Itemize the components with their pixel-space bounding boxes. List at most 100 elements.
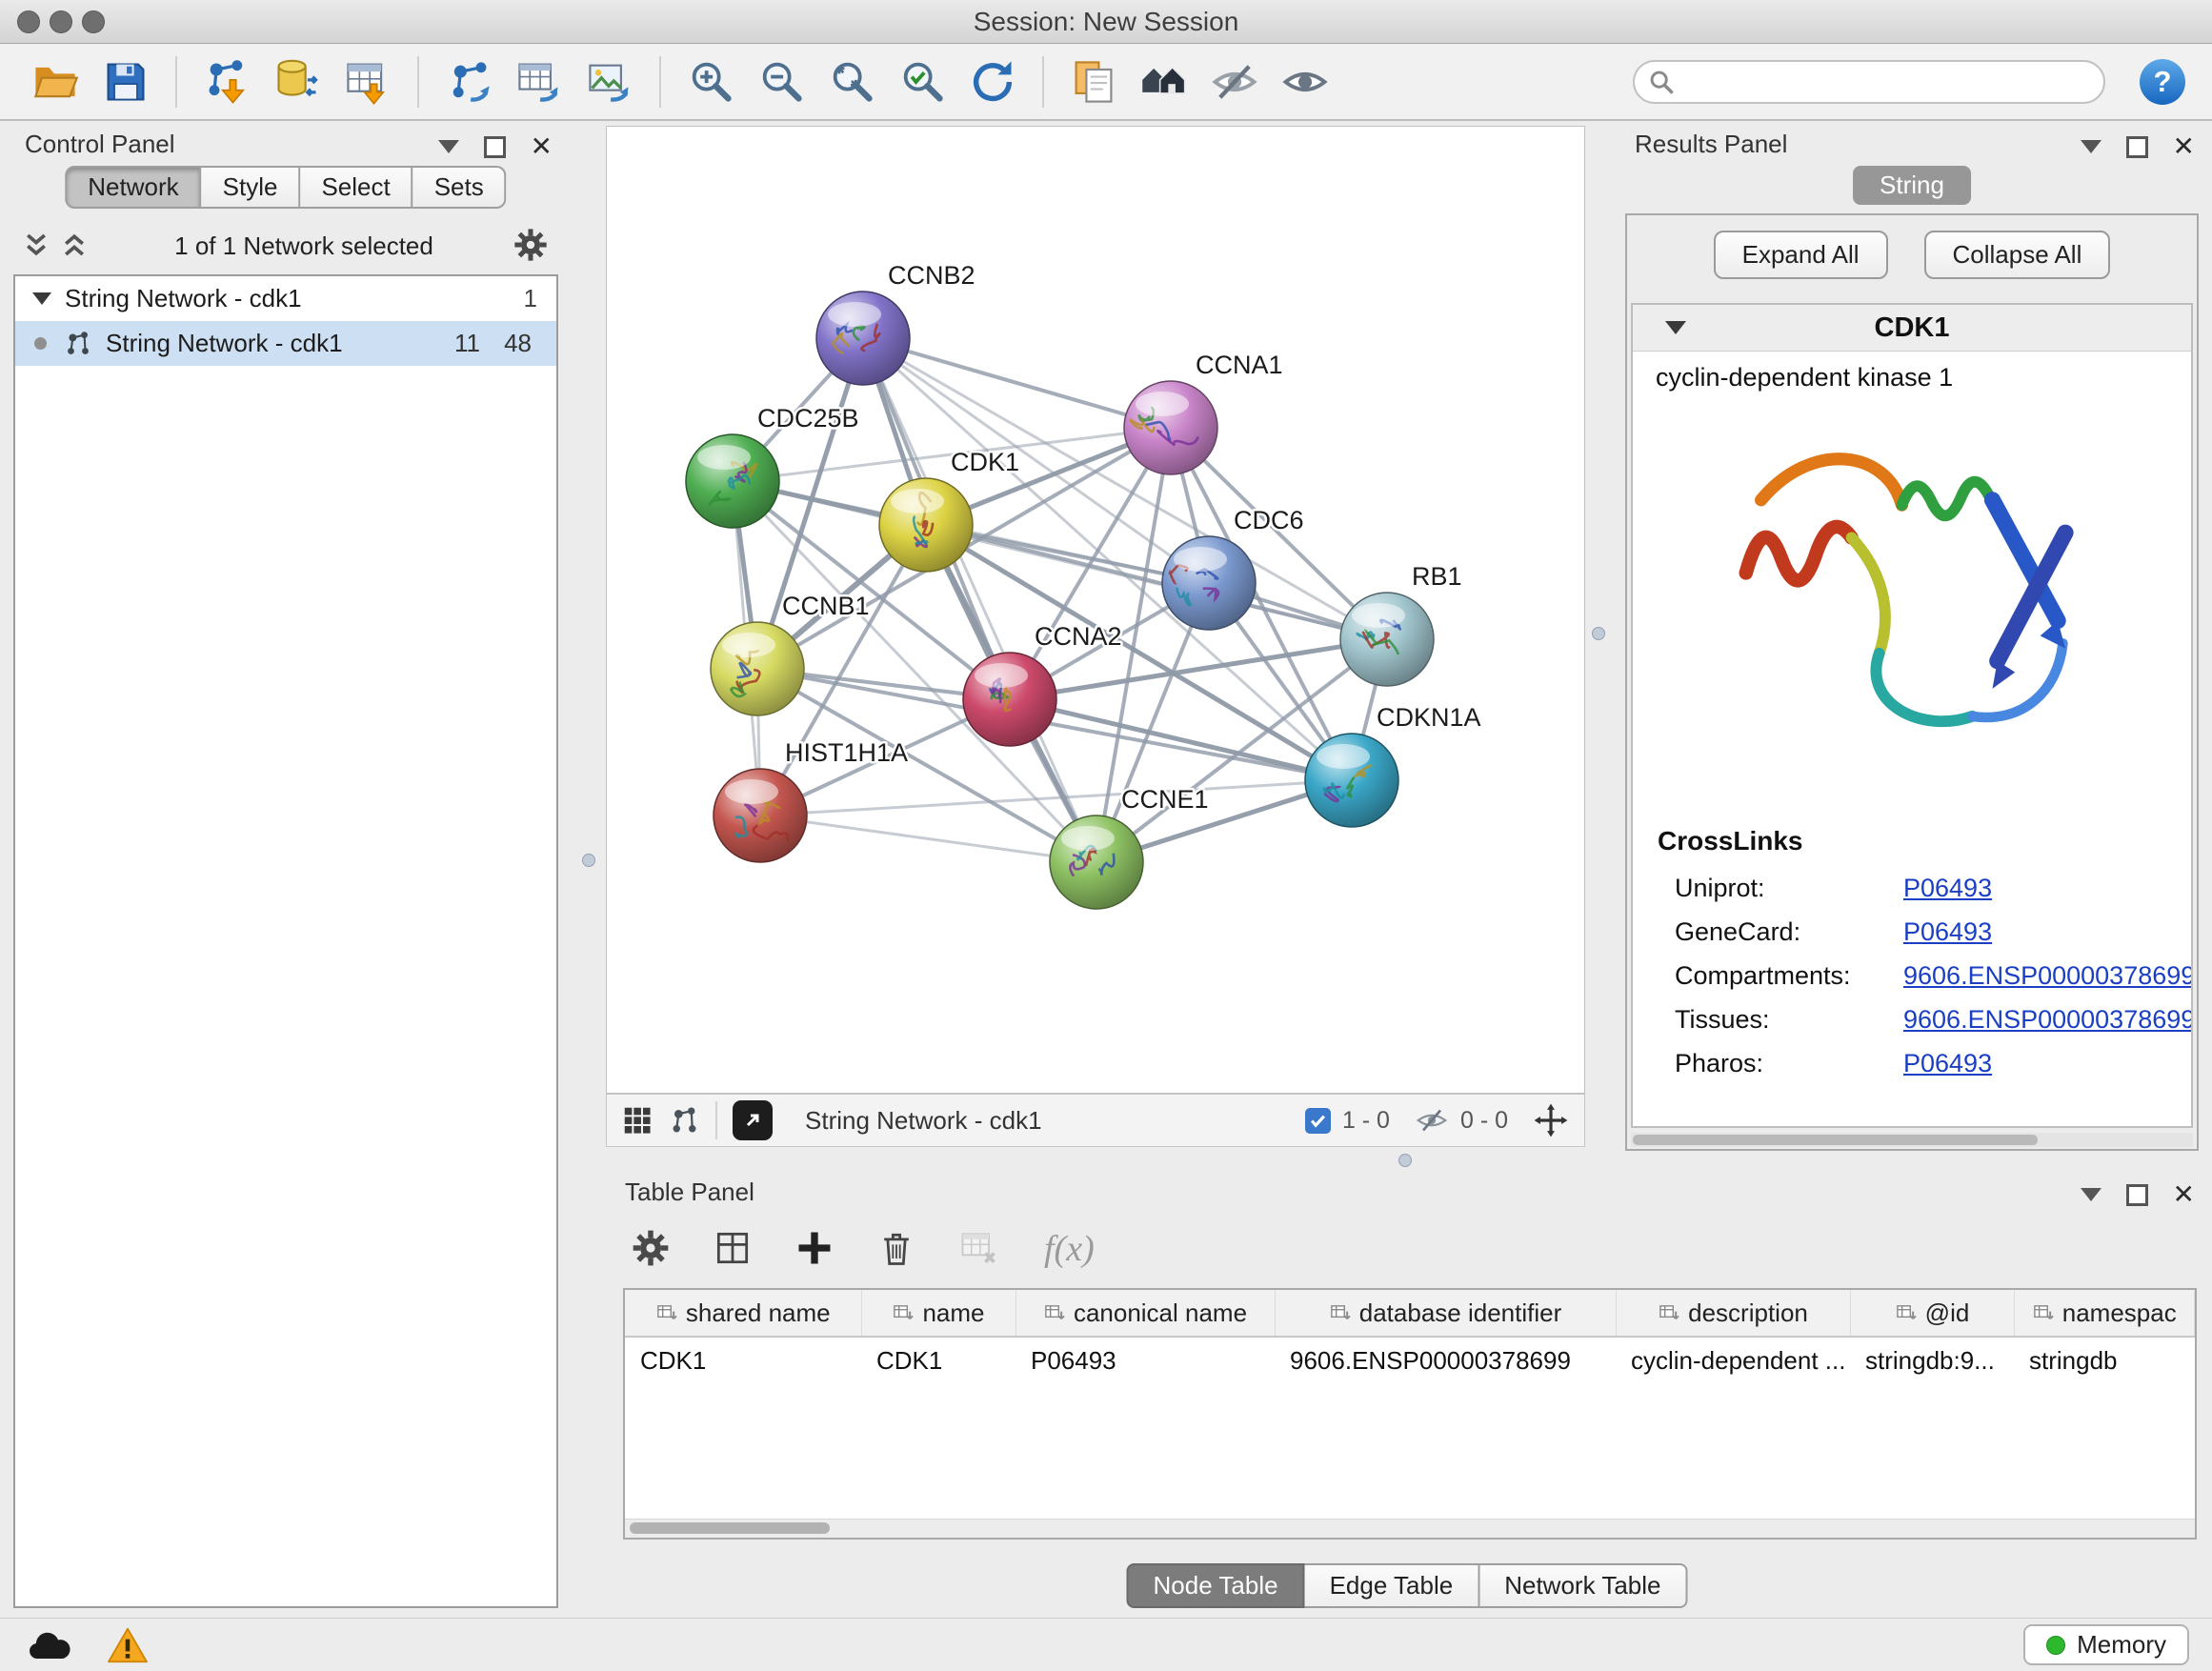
refresh-button[interactable] [964,52,1021,111]
float-panel-icon[interactable] [2126,136,2148,158]
cell-name[interactable]: CDK1 [861,1337,1016,1383]
expand-all-button[interactable]: Expand All [1714,231,1888,279]
crosslink-link[interactable]: P06493 [1903,1049,1992,1078]
network-edge-CCNB2-CCNA1[interactable] [863,338,1171,428]
vertical-splitter-handle[interactable] [582,854,595,867]
warnings-button[interactable] [107,1626,149,1664]
refresh-icon [968,57,1017,107]
cell-canonical-name[interactable]: P06493 [1016,1337,1275,1383]
float-panel-icon[interactable] [2126,1184,2148,1206]
network-graph[interactable]: CCNB2CCNA1CDC25BCDK1CDC6RB1CCNB1CCNA2CDK… [607,127,1584,1093]
crosslink-link[interactable]: 9606.ENSP00000378699 [1903,961,2193,991]
close-panel-icon[interactable]: ✕ [2173,1181,2195,1208]
cell-namespace[interactable]: stringdb [2014,1337,2195,1383]
results-tab-string[interactable]: String [1853,166,1971,205]
open-in-new-window-button[interactable] [733,1100,773,1140]
network-canvas[interactable]: CCNB2CCNA1CDC25BCDK1CDC6RB1CCNB1CCNA2CDK… [606,126,1585,1094]
close-panel-icon[interactable]: ✕ [2173,133,2195,160]
crosslink-link[interactable]: P06493 [1903,874,1992,903]
network-row[interactable]: String Network - cdk1 11 48 [15,321,556,366]
export-network-button[interactable] [440,52,497,111]
cell-database-identifier[interactable]: 9606.ENSP00000378699 [1275,1337,1616,1383]
column-sort-icon [1658,1302,1679,1324]
network-overview-button[interactable] [669,1105,700,1137]
hide-selected-button[interactable] [1206,52,1263,111]
crosslinks-heading: CrossLinks [1633,799,2191,866]
create-column-button[interactable] [793,1227,836,1271]
network-options-button[interactable] [511,226,551,266]
tab-select[interactable]: Select [300,166,412,209]
network-selection-status: 1 of 1 Network selected [97,232,511,261]
crosslink-link[interactable]: P06493 [1903,917,1992,947]
expand-all-networks-button[interactable] [21,231,51,261]
selected-checkbox[interactable] [1305,1108,1331,1134]
collapse-all-networks-button[interactable] [59,231,90,261]
gear-icon [630,1227,672,1269]
column-header-namespace[interactable]: namespac [2014,1290,2195,1337]
float-panel-icon[interactable] [484,136,506,158]
show-all-button[interactable] [1277,52,1334,111]
network-edge-CCNE1-HIST1H1A[interactable] [760,815,1096,862]
network-edge-CCNB2-CCNE1[interactable] [863,338,1096,862]
column-header-id[interactable]: @id [1850,1290,2014,1337]
crosslink-row: Pharos: P06493 [1633,1041,2191,1085]
tab-edge-table[interactable]: Edge Table [1305,1563,1480,1608]
export-table-button[interactable] [511,52,568,111]
show-columns-button[interactable] [711,1227,754,1271]
table-settings-button[interactable] [629,1227,673,1271]
minimize-panel-icon[interactable] [2081,140,2101,153]
column-header-canonical-name[interactable]: canonical name [1016,1290,1275,1337]
fit-content-button[interactable] [1533,1102,1569,1138]
save-session-button[interactable] [97,52,154,111]
search-icon [1648,69,1675,95]
delete-column-button[interactable] [875,1227,918,1271]
horizontal-splitter-handle[interactable] [1398,1154,1412,1167]
import-table-button[interactable] [339,52,396,111]
cell-description[interactable]: cyclin-dependent ... [1616,1337,1850,1383]
collapse-all-button[interactable]: Collapse All [1924,231,2111,279]
memory-button[interactable]: Memory [2023,1624,2189,1665]
copy-button[interactable] [1065,52,1122,111]
network-node-label: CCNB1 [782,592,870,620]
cloud-status-button[interactable] [27,1626,72,1664]
scrollbar-thumb[interactable] [630,1522,830,1534]
column-header-database-identifier[interactable]: database identifier [1275,1290,1616,1337]
minimize-panel-icon[interactable] [2081,1188,2101,1201]
cell-shared-name[interactable]: CDK1 [625,1337,861,1383]
zoom-out-button[interactable] [753,52,810,111]
tab-style[interactable]: Style [202,166,301,209]
scrollbar-thumb[interactable] [1633,1135,2038,1145]
table-row[interactable]: CDK1 CDK1 P06493 9606.ENSP00000378699 cy… [625,1337,2195,1383]
zoom-selected-button[interactable] [894,52,951,111]
network-view-toolbar: String Network - cdk1 1 - 0 0 - 0 [606,1094,1585,1147]
search-input[interactable] [1633,60,2105,104]
import-network-file-button[interactable] [198,52,255,111]
tab-network-table[interactable]: Network Table [1479,1563,1687,1608]
home-button[interactable] [1136,52,1193,111]
tab-network[interactable]: Network [65,166,201,209]
minimize-panel-icon[interactable] [438,140,459,153]
open-file-button[interactable] [27,52,84,111]
vertical-splitter-handle[interactable] [1592,627,1605,640]
tab-sets[interactable]: Sets [413,166,507,209]
birdseye-view-button[interactable] [622,1105,654,1137]
crosslink-link[interactable]: 9606.ENSP00000378699 [1903,1005,2193,1035]
crosslink-row: Compartments: 9606.ENSP00000378699 [1633,954,2191,997]
tree-expander-icon[interactable] [32,292,51,305]
zoom-fit-button[interactable] [823,52,880,111]
column-header-description[interactable]: description [1616,1290,1850,1337]
tab-node-table[interactable]: Node Table [1127,1563,1305,1608]
function-builder-button[interactable]: f(x) [1038,1227,1100,1271]
gene-entry-header[interactable]: CDK1 [1633,305,2191,352]
network-collection-row[interactable]: String Network - cdk1 1 [15,276,556,321]
column-header-shared-name[interactable]: shared name [625,1290,861,1337]
cell-id[interactable]: stringdb:9... [1850,1337,2014,1383]
table-horizontal-scrollbar[interactable] [625,1519,2195,1538]
import-network-database-button[interactable] [269,52,326,111]
results-horizontal-scrollbar[interactable] [1631,1133,2193,1147]
help-button[interactable]: ? [2140,59,2185,105]
export-image-button[interactable] [581,52,638,111]
close-panel-icon[interactable]: ✕ [531,133,553,160]
column-header-name[interactable]: name [861,1290,1016,1337]
zoom-in-button[interactable] [682,52,739,111]
